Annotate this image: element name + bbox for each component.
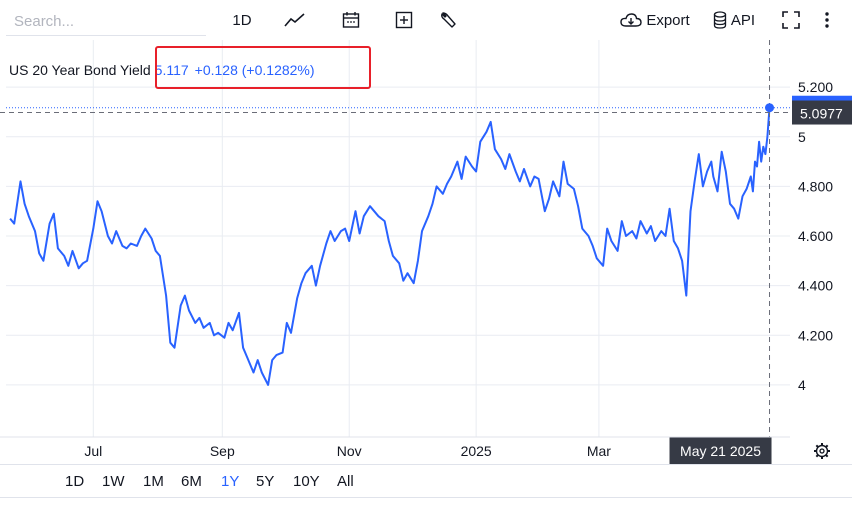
export-label: Export [646, 11, 690, 29]
line-chart-icon [284, 13, 305, 27]
range-button-5y[interactable]: 5Y [256, 473, 274, 490]
range-button-1m[interactable]: 1M [143, 473, 164, 490]
y-tick-label: 4.600 [798, 228, 833, 244]
cloud-download-icon [620, 13, 643, 27]
price-series [9, 107, 771, 386]
y-tick-label: 5.200 [798, 79, 833, 95]
x-tick-label: Nov [337, 443, 362, 459]
gear-ring [815, 444, 829, 458]
search-input[interactable] [6, 8, 206, 36]
interval-button[interactable]: 1D [230, 6, 254, 34]
calendar-icon [342, 12, 360, 28]
chart-overlay: 5.0977 May 21 2025 [0, 40, 852, 464]
fullscreen-button[interactable] [780, 6, 802, 34]
plus-square-icon [395, 11, 413, 29]
api-label: API [730, 11, 756, 29]
api-button[interactable]: API [710, 6, 758, 34]
chart-canvas[interactable]: 5.0977 May 21 2025 5.200 5 4.800 4.600 4.400 4… [0, 40, 857, 464]
toolbar: 1D Export API [0, 0, 857, 40]
date-range-button[interactable] [339, 6, 363, 34]
range-button-all[interactable]: All [337, 473, 354, 490]
legend-symbol: US 20 Year Bond Yield [9, 62, 151, 78]
series-line [9, 107, 771, 386]
gear-tooth [825, 444, 829, 448]
export-button[interactable]: Export [619, 6, 691, 34]
gear-tooth [825, 454, 829, 458]
x-tick-label: Mar [587, 443, 611, 459]
y-tick-label: 4.400 [798, 278, 833, 294]
y-tick-label: 4.200 [798, 327, 833, 343]
more-options-button[interactable] [817, 6, 837, 34]
highlight-box [155, 46, 371, 89]
fullscreen-icon [782, 11, 800, 29]
chart-style-button[interactable] [283, 6, 307, 34]
y-tick-label: 4.800 [798, 178, 833, 194]
y-tick-label: 5 [798, 129, 806, 145]
y-tick-label: 4 [798, 377, 806, 393]
database-icon [713, 11, 727, 29]
range-button-1y[interactable]: 1Y [221, 473, 239, 490]
crosshair-price-label: 5.0977 [800, 106, 843, 122]
range-button-10y[interactable]: 10Y [293, 473, 320, 490]
gear-hub [819, 448, 825, 454]
x-tick-label: Sep [210, 443, 235, 459]
range-button-6m[interactable]: 6M [181, 473, 202, 490]
wrench-icon [441, 12, 456, 28]
gear-tooth [815, 454, 819, 458]
x-tick-label: 2025 [461, 443, 492, 459]
crosshair-date-label: May 21 2025 [680, 443, 761, 459]
range-selector: 1D 1W 1M 6M 1Y 5Y 10Y All [0, 464, 852, 498]
add-indicator-button[interactable] [392, 6, 416, 34]
grid [6, 40, 790, 437]
more-vertical-icon [825, 12, 829, 28]
last-point-marker [765, 103, 775, 113]
gear-tooth [815, 444, 819, 448]
settings-tool-button[interactable] [437, 6, 461, 34]
range-button-1d[interactable]: 1D [65, 473, 84, 490]
range-button-1w[interactable]: 1W [102, 473, 125, 490]
x-tick-label: Jul [84, 443, 102, 459]
gear-icon[interactable] [814, 443, 830, 459]
